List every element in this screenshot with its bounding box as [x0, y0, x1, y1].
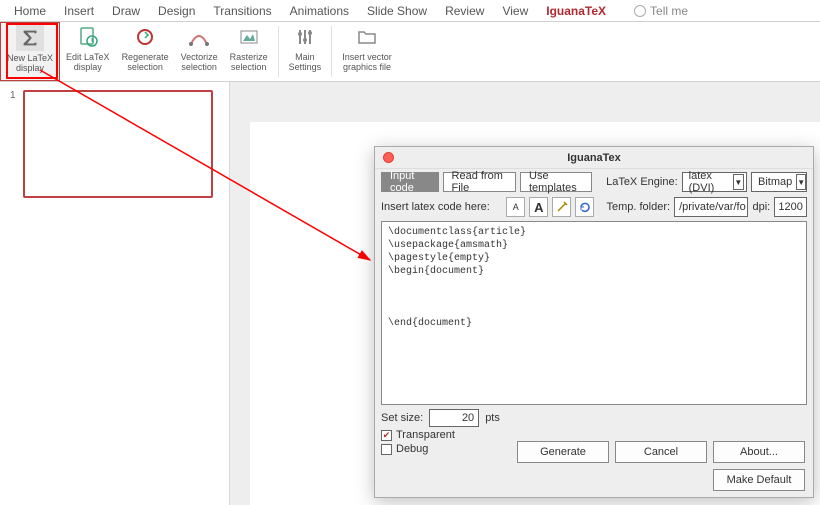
bulb-icon: [634, 5, 646, 17]
rasterize-button[interactable]: Rasterize selection: [224, 22, 274, 81]
iguanatex-dialog: IguanaTex Input code Read from File Use …: [374, 146, 814, 498]
bitmap-value: Bitmap: [758, 176, 792, 188]
tab-transitions[interactable]: Transitions: [213, 4, 271, 18]
generate-button[interactable]: Generate: [517, 441, 609, 463]
slide-number: 1: [10, 90, 16, 101]
chevron-down-icon: ▼: [796, 174, 806, 190]
set-size-field[interactable]: 20: [429, 409, 479, 427]
font-larger-button[interactable]: A: [529, 197, 548, 217]
engine-value: latex (DVI): [689, 170, 729, 194]
ribbon-tabs: Home Insert Draw Design Transitions Anim…: [0, 0, 820, 22]
cancel-button[interactable]: Cancel: [615, 441, 707, 463]
dialog-bottom: Set size: 20 pts Transparent Debug Gener…: [375, 405, 813, 461]
temp-folder-field[interactable]: /private/var/fo: [674, 197, 748, 217]
latex-code-input[interactable]: \documentclass{article} \usepackage{amsm…: [381, 221, 807, 405]
debug-checkbox[interactable]: [381, 444, 392, 455]
slide-panel: 1: [0, 82, 230, 505]
tab-use-templates[interactable]: Use templates: [520, 172, 592, 192]
tab-review[interactable]: Review: [445, 4, 484, 18]
vectorize-icon: [185, 24, 213, 50]
tab-design[interactable]: Design: [158, 4, 195, 18]
ribbon: New LaTeX display Edit LaTeX display Reg…: [0, 22, 820, 82]
transparent-label: Transparent: [396, 429, 455, 441]
tab-animations[interactable]: Animations: [290, 4, 349, 18]
new-latex-label: New LaTeX display: [7, 53, 53, 73]
vectorize-button[interactable]: Vectorize selection: [175, 22, 224, 81]
make-default-button[interactable]: Make Default: [713, 469, 805, 491]
main-settings-button[interactable]: Main Settings: [283, 22, 328, 81]
dpi-field[interactable]: 1200: [774, 197, 807, 217]
regenerate-label: Regenerate selection: [122, 52, 169, 72]
engine-combo[interactable]: latex (DVI) ▼: [682, 172, 747, 192]
settings-icon: [291, 24, 319, 50]
tab-slideshow[interactable]: Slide Show: [367, 4, 427, 18]
slide-thumbnail[interactable]: [23, 90, 213, 198]
tab-draw[interactable]: Draw: [112, 4, 140, 18]
document-refresh-icon: [74, 24, 102, 50]
dialog-row2: Insert latex code here: A A Temp. folder…: [375, 195, 813, 221]
engine-label: LaTeX Engine:: [606, 176, 678, 188]
tell-me[interactable]: Tell me: [634, 4, 688, 18]
pts-label: pts: [485, 412, 500, 424]
folder-icon: [353, 24, 381, 50]
tab-input-code[interactable]: Input code: [381, 172, 439, 192]
separator: [278, 26, 279, 77]
font-smaller-button[interactable]: A: [506, 197, 525, 217]
debug-label: Debug: [396, 443, 428, 455]
chevron-down-icon: ▼: [733, 174, 744, 190]
edit-latex-label: Edit LaTeX display: [66, 52, 110, 72]
transparent-checkbox[interactable]: [381, 430, 392, 441]
insert-vector-button[interactable]: Insert vector graphics file: [336, 22, 398, 81]
vectorize-label: Vectorize selection: [181, 52, 218, 72]
reload-icon[interactable]: [575, 197, 594, 217]
rasterize-icon: [235, 24, 263, 50]
insert-label: Insert latex code here:: [381, 201, 502, 213]
titlebar[interactable]: IguanaTex: [375, 147, 813, 169]
tell-me-label: Tell me: [650, 4, 688, 18]
tab-iguanatex[interactable]: IguanaTeX: [546, 4, 606, 18]
set-size-label: Set size:: [381, 412, 423, 424]
wand-icon[interactable]: [552, 197, 571, 217]
tab-insert[interactable]: Insert: [64, 4, 94, 18]
close-icon[interactable]: [383, 152, 394, 163]
about-button[interactable]: About...: [713, 441, 805, 463]
dpi-label: dpi:: [752, 201, 770, 213]
dialog-toolbar: Input code Read from File Use templates …: [375, 169, 813, 195]
new-latex-button[interactable]: New LaTeX display: [0, 22, 60, 81]
tab-read-file[interactable]: Read from File: [443, 172, 516, 192]
regenerate-icon: [131, 24, 159, 50]
bitmap-combo[interactable]: Bitmap ▼: [751, 172, 807, 192]
tab-view[interactable]: View: [502, 4, 528, 18]
sigma-icon: [16, 25, 44, 51]
tab-home[interactable]: Home: [14, 4, 46, 18]
temp-folder-label: Temp. folder:: [606, 201, 670, 213]
insert-vector-label: Insert vector graphics file: [342, 52, 392, 72]
dialog-title: IguanaTex: [567, 152, 621, 164]
separator: [331, 26, 332, 77]
regenerate-button[interactable]: Regenerate selection: [116, 22, 175, 81]
rasterize-label: Rasterize selection: [230, 52, 268, 72]
main-settings-label: Main Settings: [289, 52, 322, 72]
edit-latex-button[interactable]: Edit LaTeX display: [60, 22, 116, 81]
